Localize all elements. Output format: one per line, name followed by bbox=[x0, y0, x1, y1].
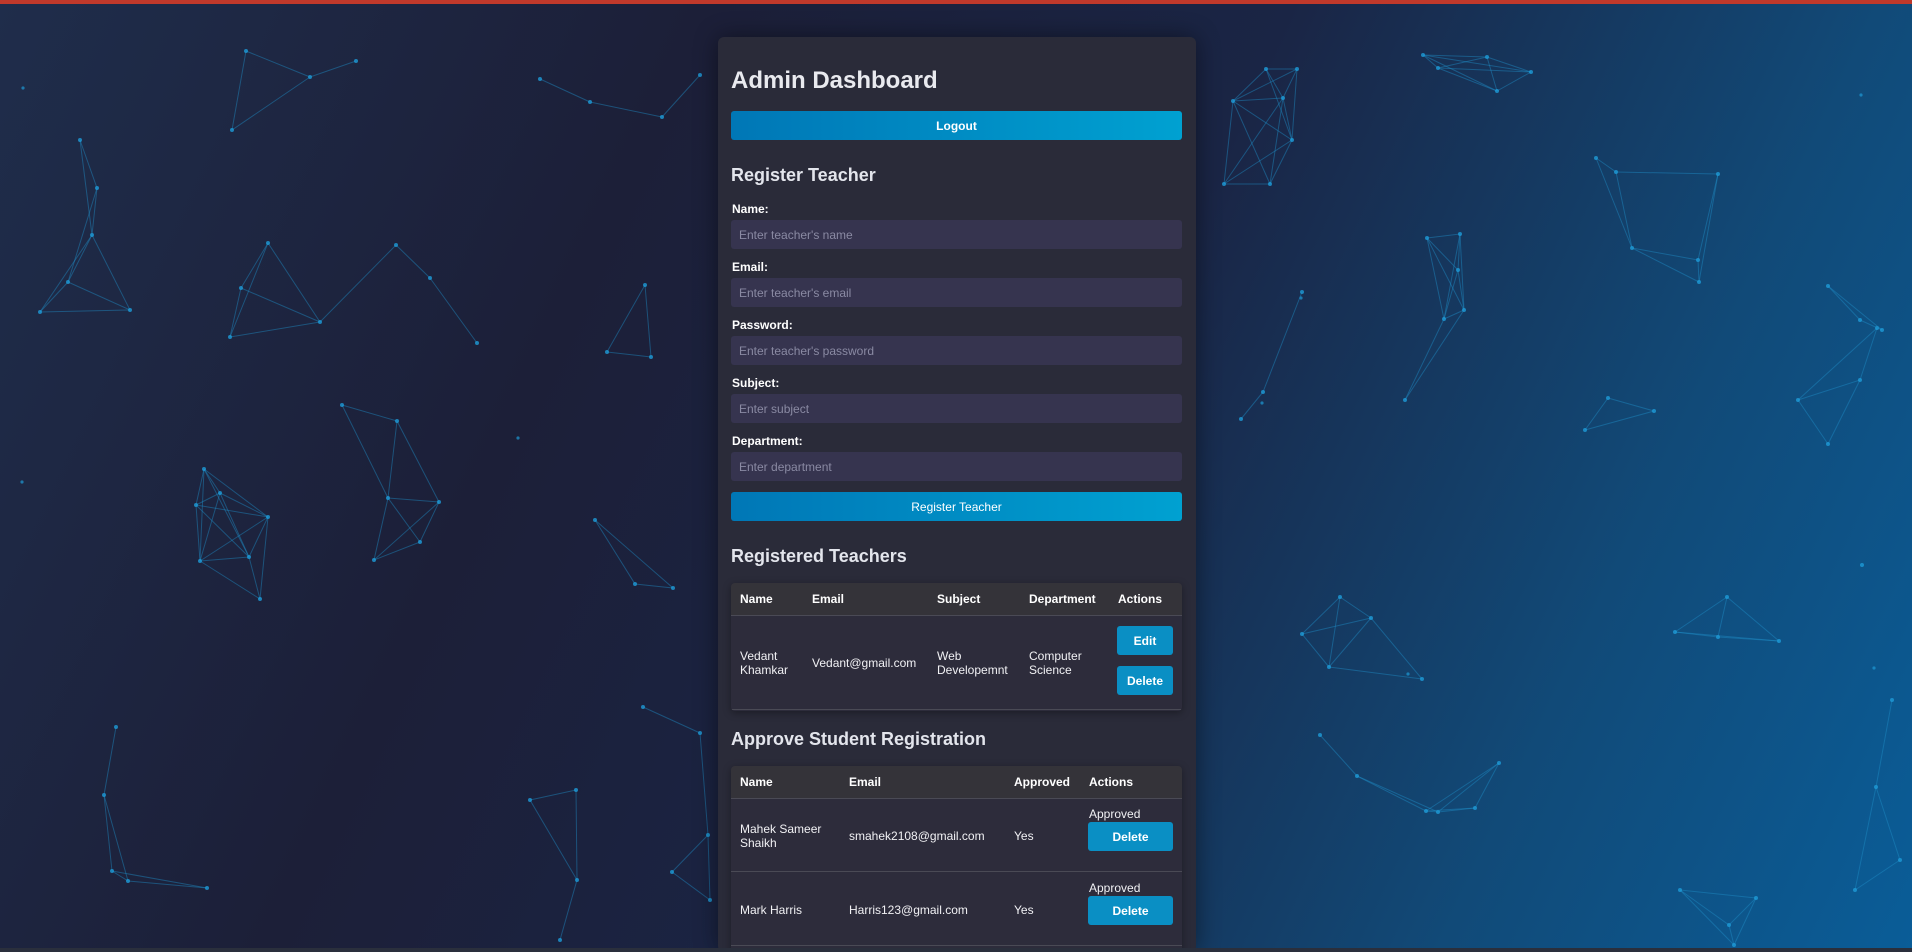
student-name: Mark Harris bbox=[740, 903, 802, 917]
teacher-email-input[interactable] bbox=[731, 278, 1182, 307]
teachers-table: Name Email Subject Department Actions Ve… bbox=[731, 583, 1182, 711]
col-department: Department bbox=[1029, 592, 1096, 606]
register-teacher-heading: Register Teacher bbox=[731, 165, 876, 185]
edit-teacher-button[interactable]: Edit bbox=[1117, 626, 1173, 655]
row-divider bbox=[731, 945, 1182, 946]
col-subject: Subject bbox=[937, 592, 981, 606]
teacher-subject: Web Developemnt bbox=[937, 649, 1008, 677]
delete-student-button[interactable]: Delete bbox=[1088, 896, 1173, 925]
password-label: Password: bbox=[732, 318, 793, 332]
student-name: Mahek Sameer Shaikh bbox=[740, 822, 822, 850]
delete-teacher-button[interactable]: Delete bbox=[1117, 666, 1173, 695]
bottom-edge bbox=[0, 948, 1912, 952]
row-divider bbox=[731, 871, 1182, 872]
teacher-password-input[interactable] bbox=[731, 336, 1182, 365]
student-email: Harris123@gmail.com bbox=[849, 903, 968, 917]
teachers-table-header: Name Email Subject Department Actions bbox=[731, 583, 1182, 616]
teacher-name: Vedant Khamkar bbox=[740, 649, 789, 677]
col-actions: Actions bbox=[1118, 592, 1163, 606]
student-email: smahek2108@gmail.com bbox=[849, 829, 985, 843]
delete-student-button[interactable]: Delete bbox=[1088, 822, 1173, 851]
students-table-header: Name Email Approved Actions bbox=[731, 766, 1182, 799]
student-approved: Yes bbox=[1014, 903, 1034, 917]
admin-panel: Admin Dashboard Logout Register Teacher … bbox=[718, 37, 1196, 952]
teacher-subject-input[interactable] bbox=[731, 394, 1182, 423]
subject-label: Subject: bbox=[732, 376, 780, 390]
page-title: Admin Dashboard bbox=[731, 67, 938, 94]
logout-button[interactable]: Logout bbox=[731, 111, 1182, 140]
col-email: Email bbox=[849, 775, 882, 789]
name-label: Name: bbox=[732, 202, 769, 216]
register-teacher-button[interactable]: Register Teacher bbox=[731, 492, 1182, 521]
teacher-name-input[interactable] bbox=[731, 220, 1182, 249]
approved-status: Approved bbox=[1089, 807, 1141, 821]
students-table: Name Email Approved Actions Mahek Sameer… bbox=[731, 766, 1182, 952]
approved-status: Approved bbox=[1089, 881, 1141, 895]
col-name: Name bbox=[740, 592, 773, 606]
col-approved: Approved bbox=[1014, 775, 1071, 789]
email-label: Email: bbox=[732, 260, 769, 274]
col-email: Email bbox=[812, 592, 845, 606]
department-label: Department: bbox=[732, 434, 803, 448]
col-name: Name bbox=[740, 775, 773, 789]
student-approved: Yes bbox=[1014, 829, 1034, 843]
col-actions: Actions bbox=[1089, 775, 1134, 789]
teacher-department-input[interactable] bbox=[731, 452, 1182, 481]
registered-teachers-heading: Registered Teachers bbox=[731, 546, 907, 566]
row-divider bbox=[731, 709, 1182, 710]
teacher-department: Computer Science bbox=[1029, 649, 1082, 677]
teacher-email: Vedant@gmail.com bbox=[812, 656, 917, 670]
approve-students-heading: Approve Student Registration bbox=[731, 729, 987, 749]
